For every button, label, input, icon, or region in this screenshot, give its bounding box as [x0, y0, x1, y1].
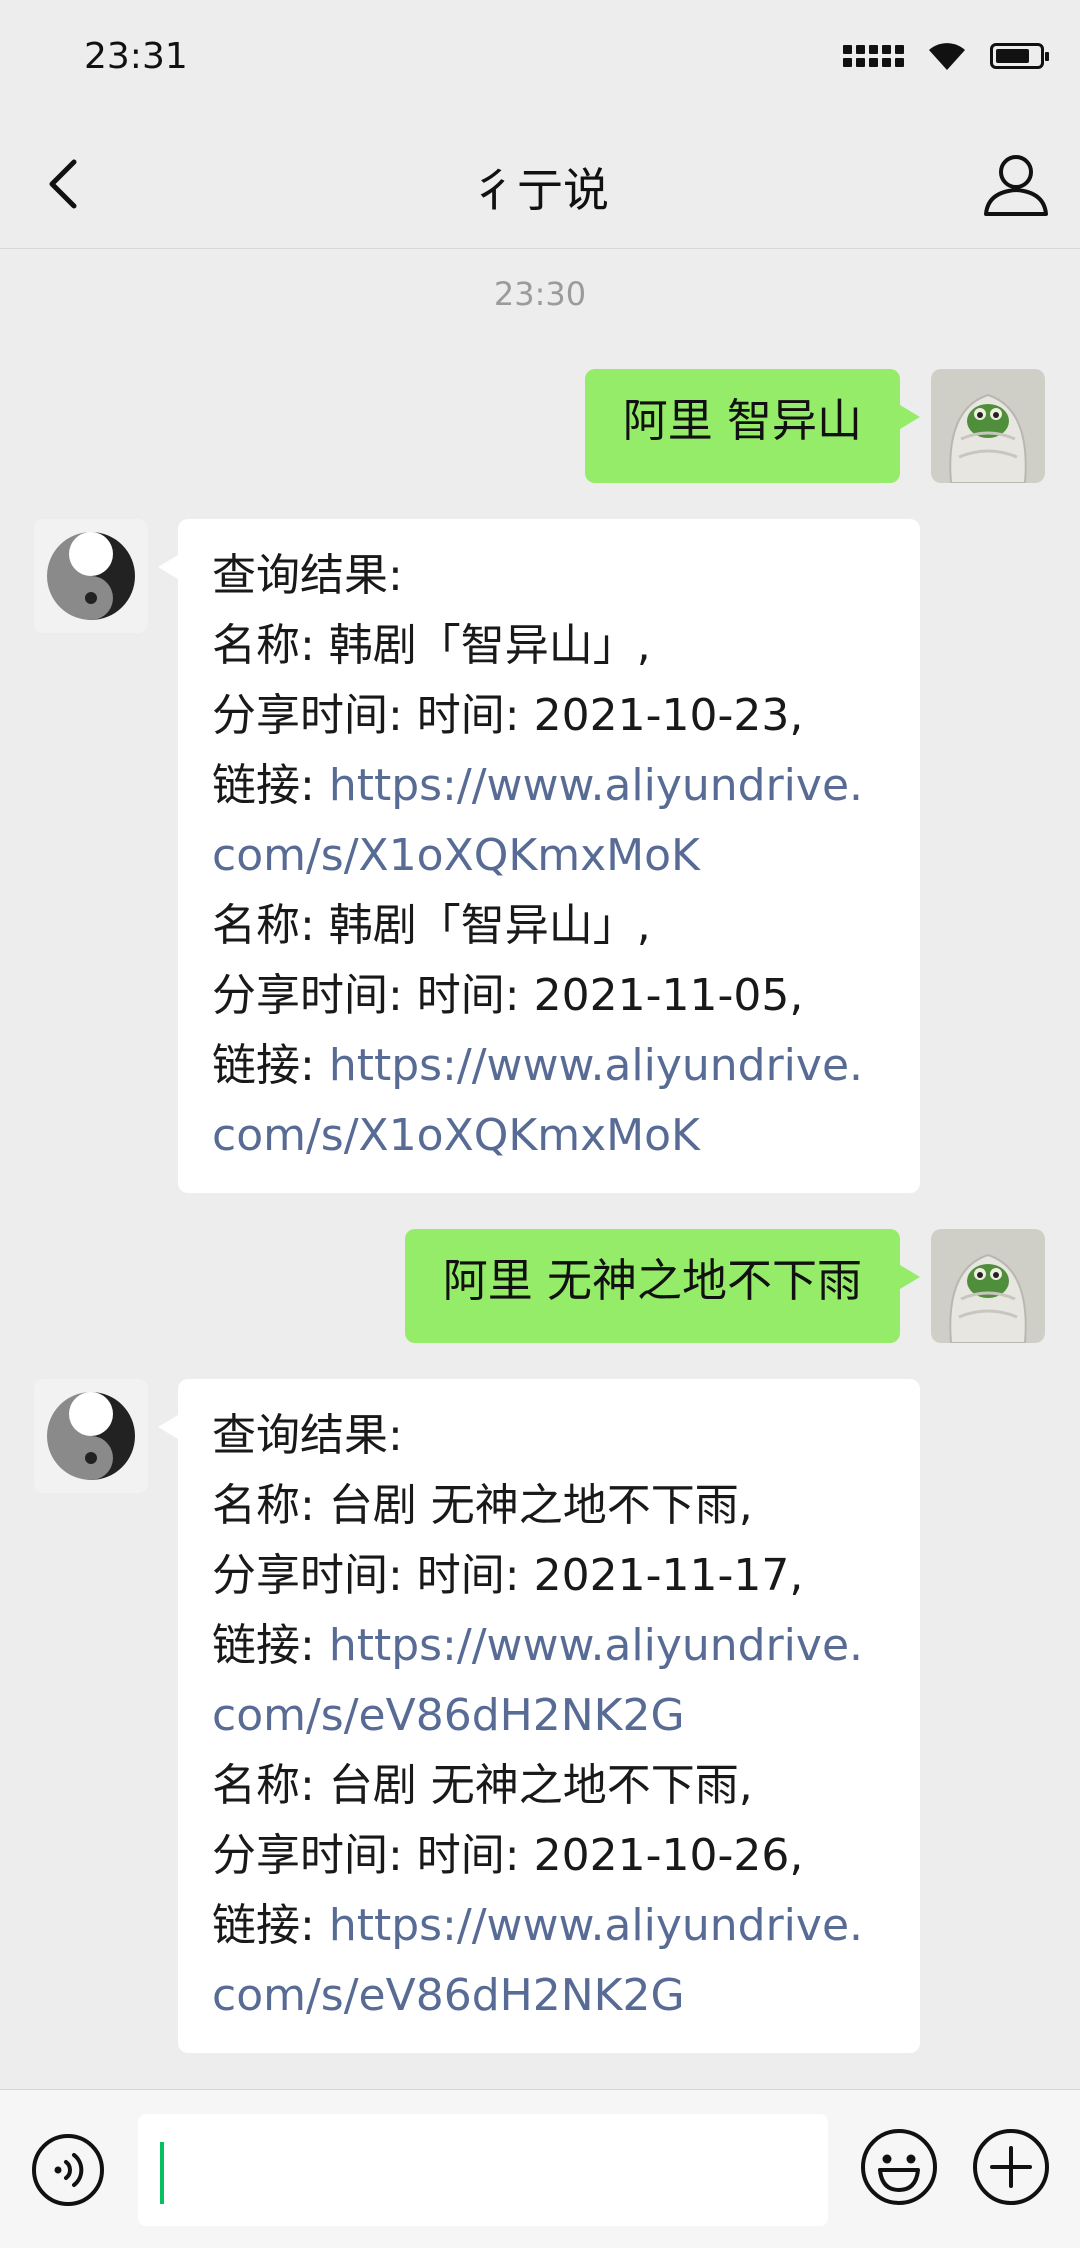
share-link[interactable]: https://www.aliyundrive.: [329, 760, 863, 811]
share-link[interactable]: com/s/X1oXQKmxMoK: [212, 830, 700, 881]
link-label: 链接:: [212, 1900, 329, 1951]
status-bar: 23:31: [0, 0, 1080, 120]
message-line: 名称: 台剧 无神之地不下雨,: [212, 1760, 753, 1811]
share-link[interactable]: https://www.aliyundrive.: [329, 1620, 863, 1671]
message-input-bar: [0, 2089, 1080, 2248]
message-line: 名称: 台剧 无神之地不下雨,: [212, 1480, 753, 1531]
chat-header: 彳亍说: [0, 120, 1080, 249]
battery-level: [996, 49, 1029, 63]
message-line: 名称: 韩剧「智异山」,: [212, 620, 651, 671]
outgoing-message[interactable]: 阿里 无神之地不下雨: [404, 1229, 921, 1343]
frog-avatar-icon: [931, 1229, 1045, 1343]
message-timestamp: 23:30: [493, 275, 587, 313]
message-text: 阿里 无神之地不下雨: [442, 1254, 862, 1307]
message-line: 查询结果:: [212, 1410, 403, 1461]
message-line: 分享时间: 时间: 2021-11-05,: [212, 970, 804, 1021]
frog-avatar-icon: [931, 369, 1045, 483]
message-line: 分享时间: 时间: 2021-11-17,: [212, 1550, 804, 1601]
status-icons: [843, 40, 1049, 72]
text-cursor: [160, 2142, 164, 2204]
share-link[interactable]: com/s/eV86dH2NK2G: [212, 1970, 685, 2021]
share-link[interactable]: com/s/eV86dH2NK2G: [212, 1690, 685, 1741]
plus-icon[interactable]: [970, 2126, 1052, 2208]
link-label: 链接:: [212, 760, 329, 811]
voice-icon[interactable]: [30, 2132, 106, 2208]
message-line: 名称: 韩剧「智异山」,: [212, 900, 651, 951]
person-icon[interactable]: [976, 144, 1056, 224]
message-line: 分享时间: 时间: 2021-10-23,: [212, 690, 804, 741]
avatar-bot[interactable]: [34, 519, 148, 633]
outgoing-message[interactable]: 阿里 智异山: [584, 369, 921, 483]
avatar-self[interactable]: [931, 369, 1045, 483]
emoji-icon[interactable]: [858, 2126, 940, 2208]
message-input[interactable]: [138, 2114, 828, 2226]
battery-icon: [990, 43, 1049, 69]
message-text: 阿里 智异山: [622, 394, 862, 447]
avatar-self[interactable]: [931, 1229, 1045, 1343]
chat-title: 彳亍说: [471, 163, 609, 217]
status-time: 23:31: [84, 36, 188, 77]
incoming-message[interactable]: 查询结果: 名称: 韩剧「智异山」, 分享时间: 时间: 2021-10-23,…: [158, 519, 920, 1193]
share-link[interactable]: https://www.aliyundrive.: [329, 1900, 863, 1951]
share-link[interactable]: com/s/X1oXQKmxMoK: [212, 1110, 700, 1161]
link-label: 链接:: [212, 1620, 329, 1671]
link-label: 链接:: [212, 1040, 329, 1091]
yin-yang-avatar-icon: [34, 519, 148, 633]
wifi-icon: [929, 43, 965, 70]
message-line: 查询结果:: [212, 550, 403, 601]
share-link[interactable]: https://www.aliyundrive.: [329, 1040, 863, 1091]
avatar-bot[interactable]: [34, 1379, 148, 1493]
signal-icon: [843, 45, 904, 67]
yin-yang-avatar-icon: [34, 1379, 148, 1493]
chat-message-list[interactable]: 23:30 阿里 智异山 查询结果: 名称: 韩剧「智异山」, 分享时间: 时间…: [0, 249, 1080, 2089]
incoming-message[interactable]: 查询结果: 名称: 台剧 无神之地不下雨, 分享时间: 时间: 2021-11-…: [158, 1379, 920, 2053]
message-line: 分享时间: 时间: 2021-10-26,: [212, 1830, 804, 1881]
